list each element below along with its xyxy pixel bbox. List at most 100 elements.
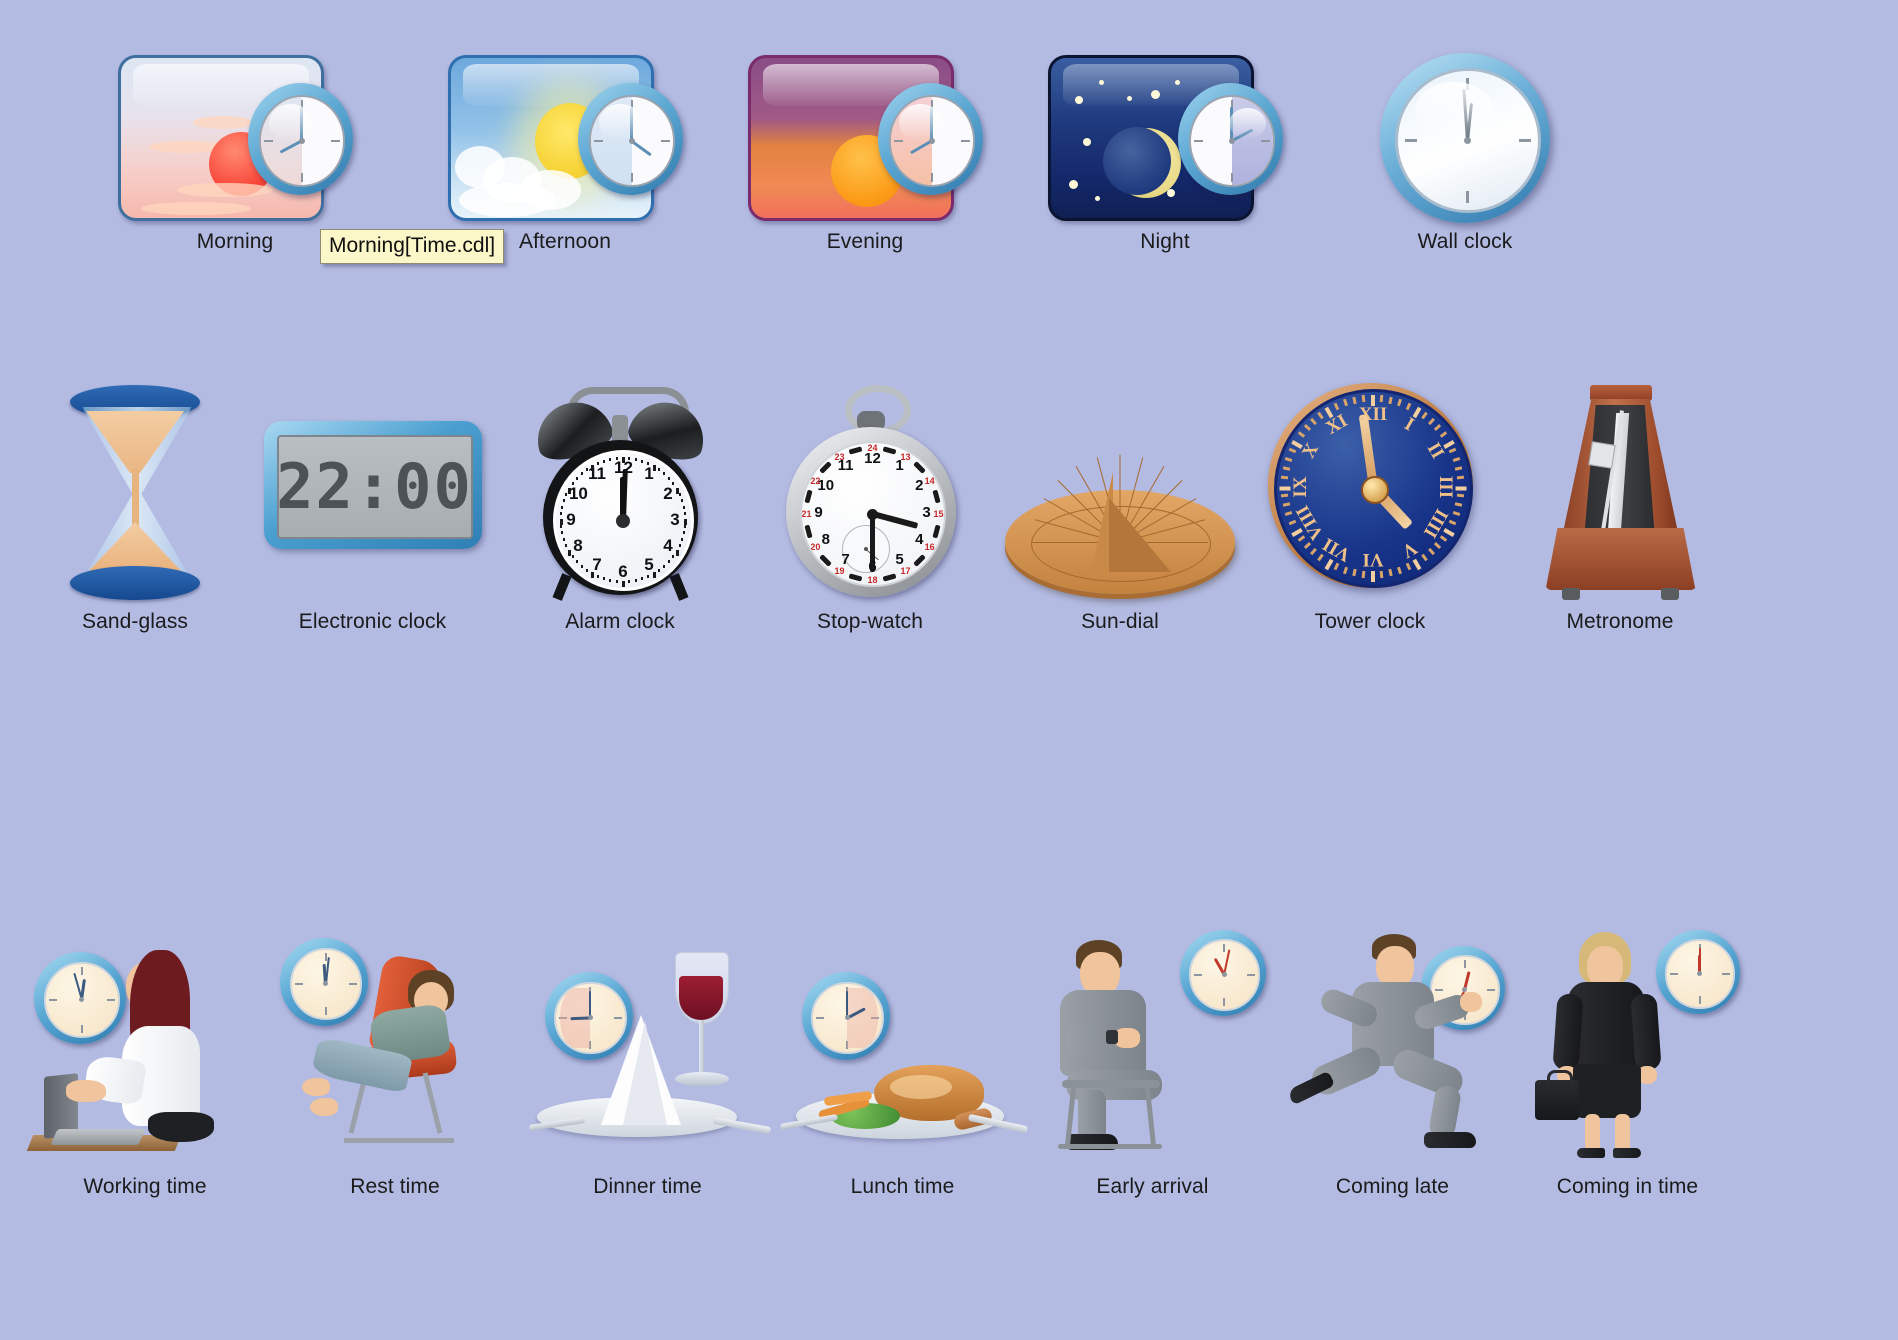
stopwatch-24h-numeral: 18 — [867, 575, 878, 585]
clock-tick — [1260, 139, 1270, 142]
sunrise-card-with-clock — [117, 55, 353, 221]
sundial-gnomon-shadow — [1109, 498, 1171, 572]
stencil-item-afternoon[interactable]: Afternoon — [415, 55, 715, 254]
clock-minute-tick — [568, 549, 572, 556]
stencil-item-tower-clock[interactable]: XII I II III IIII V VI VII VIII IX X XI Tower clock — [1245, 370, 1495, 634]
clock-minute-tick — [680, 537, 683, 541]
clock-tick — [80, 967, 83, 976]
clock-minute-tick — [1281, 475, 1289, 480]
stencil-item-rest-time[interactable]: Rest time — [270, 930, 520, 1199]
clock-minute-tick — [641, 577, 644, 581]
person-hand — [66, 1080, 106, 1102]
clock-tick — [106, 998, 115, 1001]
clock-tick — [930, 172, 933, 182]
clock-minute-tick — [585, 468, 588, 472]
clock-minute-tick — [1282, 466, 1291, 471]
clock-minute-tick — [653, 572, 656, 579]
clock-tick — [1670, 972, 1679, 975]
star-icon — [1098, 80, 1104, 86]
alarm-foot-right — [668, 573, 689, 601]
stencil-label: Night — [1140, 230, 1190, 253]
person-foot — [302, 1078, 330, 1096]
metronome-icon — [1538, 370, 1703, 600]
clock-minute-tick — [1449, 519, 1457, 526]
stopwatch-icon: 12 1 2 3 4 5 6 7 8 9 10 11 24 13 14 15 16 17 18 19 20 21 22 23 — [783, 370, 958, 600]
stencil-item-sand-glass[interactable]: Sand-glass — [20, 370, 250, 634]
clock-minute-tick — [571, 482, 574, 486]
person-shoe — [1577, 1148, 1605, 1158]
chair-leg-back — [422, 1072, 443, 1134]
stencil-item-alarm-clock[interactable]: 12 1 2 3 4 5 6 7 8 9 10 11 Alarm clock — [495, 370, 745, 634]
stopwatch-baton — [882, 446, 897, 455]
wine-glass-stem — [698, 1020, 704, 1078]
clock-minute-hand — [324, 957, 330, 985]
clock-minute-tick — [591, 464, 594, 471]
clock-minute-tick — [1297, 534, 1306, 542]
stencil-label: Alarm clock — [565, 610, 675, 633]
stencil-item-early-arrival[interactable]: Early arrival — [1030, 930, 1275, 1199]
briefcase-handle — [1547, 1070, 1573, 1087]
person-hand — [1460, 992, 1482, 1012]
stencil-item-wall-clock[interactable]: Wall clock — [1315, 52, 1615, 254]
clock-minute-tick — [683, 524, 686, 528]
stencil-item-electronic-clock[interactable]: 22:00 Electronic clock — [250, 370, 495, 634]
tower-clock-numeral: III — [1435, 475, 1456, 499]
stencil-item-metronome[interactable]: Metronome — [1495, 370, 1745, 634]
star-icon — [1094, 195, 1100, 201]
moon-stars-card-with-clock — [1047, 55, 1283, 221]
running-man-with-clock — [1280, 930, 1505, 1165]
stencil-item-night[interactable]: Night — [1015, 55, 1315, 254]
clock-minute-tick — [1281, 493, 1289, 498]
stencil-item-evening[interactable]: Evening — [715, 55, 1015, 254]
clock-minute-tick — [1310, 548, 1318, 556]
person-skirt — [148, 1112, 214, 1142]
stopwatch-24h-numeral: 22 — [810, 476, 821, 486]
person-arm — [1552, 993, 1584, 1071]
tower-clock-numeral: V — [1398, 537, 1421, 563]
clock-minute-tick — [1397, 566, 1403, 574]
rest-time-clock-icon — [280, 938, 368, 1026]
clock-glass-gloss — [599, 104, 642, 141]
clock-minute-tick — [563, 537, 566, 541]
stencil-item-coming-in-time[interactable]: Coming in time — [1510, 930, 1745, 1199]
clock-face — [589, 95, 675, 187]
stencil-item-working-time[interactable]: Working time — [20, 930, 270, 1199]
clock-face: 12 1 2 3 4 5 6 7 8 9 10 11 — [552, 450, 694, 591]
stopwatch-baton — [882, 573, 897, 582]
stencil-item-sun-dial[interactable]: Sun-dial — [995, 370, 1245, 634]
stencil-item-dinner-time[interactable]: Dinner time — [520, 930, 775, 1199]
evening-clock-icon — [877, 83, 983, 195]
tower-clock-icon: XII I II III IIII V VI VII VIII IX X XI — [1267, 370, 1473, 600]
clock-center-pin — [1228, 137, 1235, 144]
wall-clock-icon — [1348, 52, 1583, 223]
stopwatch-baton — [804, 489, 813, 504]
clock-minute-tick — [1291, 440, 1303, 449]
stopwatch-24h-numeral: 21 — [801, 509, 812, 519]
stencil-item-stop-watch[interactable]: 12 1 2 3 4 5 6 7 8 9 10 11 24 13 14 15 16 17 18 19 20 21 22 23 … — [745, 370, 995, 634]
lcd-time-display: 22:00 — [276, 450, 473, 523]
stencil-item-coming-late[interactable]: Coming late — [1275, 930, 1510, 1199]
clock-minute-tick — [1397, 399, 1403, 407]
stopwatch-baton — [848, 573, 863, 582]
clock-tick — [324, 1007, 327, 1016]
clock-minute-tick — [628, 580, 631, 584]
clock-minute-tick — [1324, 558, 1334, 571]
stencil-item-lunch-time[interactable]: Lunch time — [775, 930, 1030, 1199]
clock-minute-tick — [1452, 511, 1460, 517]
clock-minute-tick — [602, 459, 605, 463]
early-arrival-clock-icon — [1179, 930, 1266, 1016]
clock-face — [259, 95, 345, 187]
clock-minute-tick — [1379, 395, 1384, 403]
clock-center-pin — [323, 981, 329, 987]
person-leg — [1585, 1114, 1600, 1152]
clock-minute-tick — [647, 575, 650, 579]
clock-minute-tick — [1388, 568, 1393, 577]
lunch-time-clock-icon — [801, 972, 890, 1060]
clock-glass-gloss — [899, 104, 942, 141]
clock-minute-tick — [580, 564, 583, 568]
lcd-screen: 22:00 — [276, 435, 473, 539]
clock-minute-hand — [1698, 948, 1701, 974]
clock-minute-tick — [571, 554, 574, 558]
clock-tick — [1194, 139, 1204, 142]
stencil-item-morning[interactable]: Morning — [55, 55, 415, 254]
